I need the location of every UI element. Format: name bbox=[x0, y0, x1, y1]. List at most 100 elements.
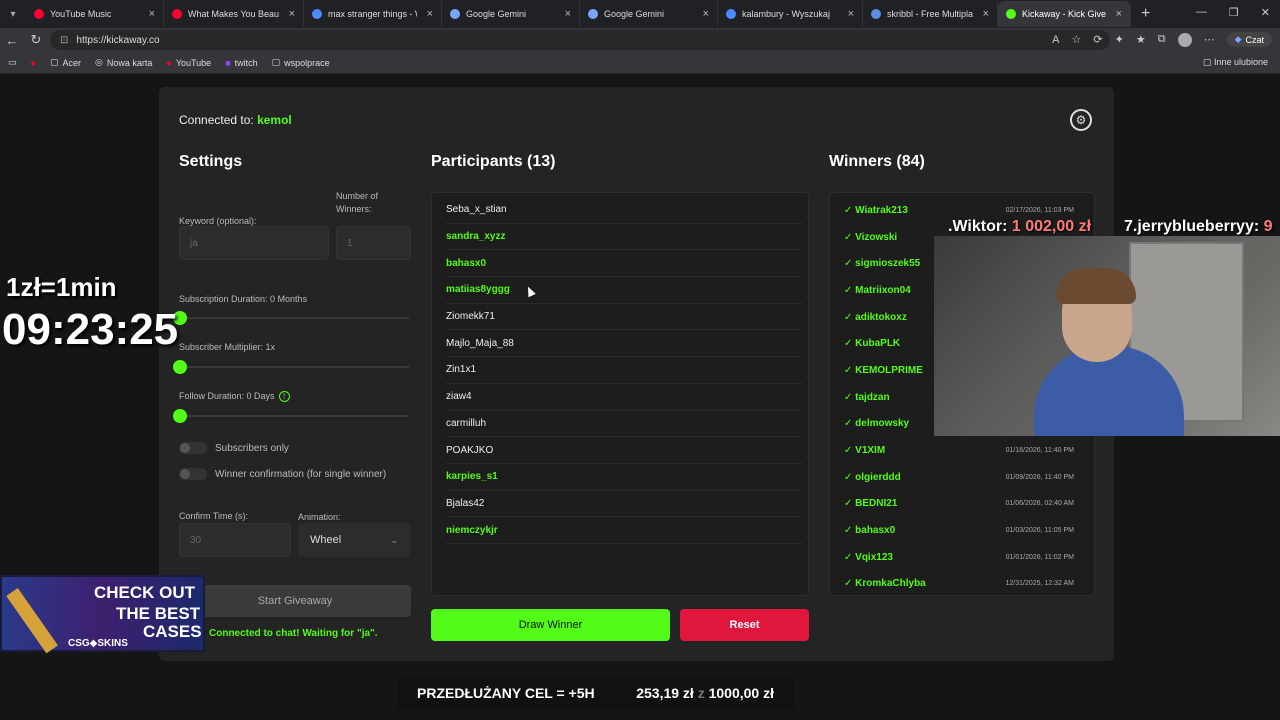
ad-text-b: CASES bbox=[143, 622, 202, 641]
copilot-chat-button[interactable]: ◆ Czat bbox=[1226, 32, 1272, 47]
bookmark-youtube[interactable]: ● YouTube bbox=[166, 58, 211, 68]
tab-title: Google Gemini bbox=[466, 9, 527, 19]
goal-progress: 253,19 zł z 1000,00 zł bbox=[636, 685, 774, 701]
slider-knob[interactable] bbox=[173, 360, 187, 374]
tab-favicon bbox=[172, 9, 182, 19]
winner-name: ✓ V1XIM bbox=[844, 445, 886, 457]
toolbar-right: A ☆ ⟳ ✦ ★ ⧉ ⋯ ◆ Czat bbox=[1052, 32, 1272, 47]
subscribers-only-toggle[interactable] bbox=[179, 442, 207, 454]
participants-title: Participants (13) bbox=[431, 153, 556, 170]
sub-duration-slider[interactable] bbox=[173, 311, 409, 325]
extensions-icon[interactable]: ✦ bbox=[1115, 33, 1124, 46]
close-tab-icon[interactable]: × bbox=[289, 8, 295, 20]
ad-line-3: CASES bbox=[143, 622, 202, 642]
tab-favicon bbox=[726, 9, 736, 19]
info-icon[interactable]: ! bbox=[278, 391, 290, 402]
winner-confirmation-row: Winner confirmation (for single winner) bbox=[179, 468, 386, 480]
close-tab-icon[interactable]: × bbox=[848, 8, 854, 20]
confirm-time-input[interactable]: 30 bbox=[179, 523, 291, 557]
profile-avatar[interactable] bbox=[1177, 32, 1192, 47]
winner-confirmation-toggle[interactable] bbox=[179, 468, 207, 480]
tab-title: What Makes You Beauti bbox=[188, 9, 279, 19]
bookmark-twitch[interactable]: ■ twitch bbox=[225, 58, 257, 68]
sponsor-logo: CSG◆SKINS bbox=[68, 638, 128, 649]
animation-select[interactable]: Wheel ⌄ bbox=[298, 523, 410, 557]
participants-list: Seba_x_stian sandra_xyzz bahasx0 matiias8yg… bbox=[431, 192, 809, 596]
browser-tab[interactable]: YouTube Music × bbox=[26, 1, 164, 27]
close-tab-icon[interactable]: × bbox=[1116, 8, 1122, 20]
favorite-star-icon[interactable]: ☆ bbox=[1072, 33, 1082, 46]
close-tab-icon[interactable]: × bbox=[427, 8, 433, 20]
tab-title: kalambury - Wyszukaj bbox=[742, 9, 830, 19]
knife-graphic bbox=[6, 587, 58, 654]
participant-row: Bjalas42 bbox=[446, 491, 802, 518]
browser-tab[interactable]: Kickaway - Kick Giveaway To × bbox=[998, 1, 1131, 27]
browser-tab[interactable]: What Makes You Beauti × bbox=[164, 1, 304, 27]
bookmark-acer[interactable]: ▢ Acer bbox=[50, 57, 81, 68]
favorites-icon[interactable]: ★ bbox=[1136, 33, 1146, 46]
czat-label: Czat bbox=[1245, 34, 1264, 45]
browser-tab[interactable]: Google Gemini × bbox=[580, 1, 718, 27]
close-tab-icon[interactable]: × bbox=[983, 8, 989, 20]
back-icon[interactable]: ← bbox=[0, 33, 24, 48]
start-giveaway-button[interactable]: Start Giveaway bbox=[179, 585, 411, 617]
gear-icon[interactable]: ⚙ bbox=[1070, 109, 1092, 131]
winners-count-input[interactable]: 1 bbox=[336, 226, 411, 260]
refresh-icon[interactable]: ↻ bbox=[24, 32, 48, 48]
more-icon[interactable]: ⋯ bbox=[1204, 33, 1215, 46]
translate-icon[interactable]: A bbox=[1052, 34, 1059, 46]
follow-duration-text: Follow Duration: 0 Days bbox=[179, 391, 275, 401]
participant-row: ziaw4 bbox=[446, 384, 802, 411]
participant-row: sandra_xyzz bbox=[446, 224, 802, 251]
ad-line-1: CHECK OUT bbox=[94, 583, 196, 602]
winner-date: 01/16/2026, 11:40 PM bbox=[1005, 447, 1074, 455]
follow-duration-slider[interactable] bbox=[173, 409, 409, 423]
tab-favicon bbox=[588, 9, 598, 19]
winner-name: ✓ Vizowski bbox=[844, 231, 898, 243]
goal-label: PRZEDŁUŻANY CEL = +5H bbox=[417, 685, 595, 701]
connection-status: Connected to: kemol bbox=[179, 113, 292, 127]
tab-favicon bbox=[1006, 9, 1016, 19]
draw-winner-button[interactable]: Draw Winner bbox=[431, 609, 670, 641]
reset-button[interactable]: Reset bbox=[680, 609, 809, 641]
new-tab-icon[interactable]: + bbox=[1141, 5, 1150, 23]
bookmark-wspolprace[interactable]: ▢ wspolprace bbox=[272, 57, 330, 68]
browser-tab[interactable]: kalambury - Wyszukaj × bbox=[718, 1, 863, 27]
sub-multiplier-slider[interactable] bbox=[173, 360, 409, 374]
confirm-time-label: Confirm Time (s): bbox=[179, 511, 249, 521]
keyword-label: Keyword (optional): bbox=[179, 216, 257, 226]
bookmark-nowa-karta[interactable]: ◎ Nowa karta bbox=[95, 57, 152, 68]
site-info-icon[interactable]: ⊡ bbox=[60, 35, 68, 46]
goal-separator: z bbox=[697, 685, 705, 701]
subscribers-only-row: Subscribers only bbox=[179, 442, 289, 454]
folder-icon: ▢ bbox=[271, 57, 281, 67]
subathon-timer: 09:23:25 bbox=[2, 305, 179, 354]
winner-name: ✓ KromkaChlyba bbox=[844, 578, 926, 590]
participant-row: bahasx0 bbox=[446, 250, 802, 278]
winners-title: Winners (84) bbox=[829, 153, 925, 170]
keyword-input[interactable]: ja bbox=[179, 226, 329, 260]
slider-knob[interactable] bbox=[173, 409, 187, 423]
goal-current: 253,19 zł bbox=[636, 685, 694, 701]
browser-tab[interactable]: Google Gemini × bbox=[442, 1, 580, 27]
browser-tab[interactable]: max stranger things - Wyszu × bbox=[304, 1, 442, 27]
url-field[interactable]: ⊡ https://kickaway.co bbox=[50, 30, 1110, 50]
top-donor-2: 7.jerryblueberryy: 9 bbox=[1124, 218, 1273, 236]
reload-extension-icon[interactable]: ⟳ bbox=[1093, 33, 1102, 46]
close-window-icon[interactable]: ✕ bbox=[1261, 6, 1270, 19]
minimize-icon[interactable]: — bbox=[1196, 6, 1207, 19]
tab-title: YouTube Music bbox=[50, 9, 112, 19]
winner-name: ✓ Vqix123 bbox=[844, 551, 893, 563]
tab-actions-icon[interactable]: ▾ bbox=[0, 0, 26, 28]
youtube-bookmark-icon[interactable]: ● bbox=[31, 58, 36, 68]
close-tab-icon[interactable]: × bbox=[703, 8, 709, 20]
donation-goal-bar: PRZEDŁUŻANY CEL = +5H 253,19 zł z 1000,0… bbox=[397, 677, 794, 709]
other-favorites[interactable]: ▢ Inne ulubione bbox=[1203, 57, 1268, 68]
close-tab-icon[interactable]: × bbox=[149, 8, 155, 20]
participant-row: Ziomekk71 bbox=[446, 304, 802, 331]
sidebar-toggle-icon[interactable]: ▭ bbox=[8, 57, 17, 68]
maximize-icon[interactable]: ❐ bbox=[1229, 6, 1239, 19]
browser-tab[interactable]: skribbl - Free Multiplayer Dr × bbox=[863, 1, 998, 27]
collections-icon[interactable]: ⧉ bbox=[1158, 33, 1166, 46]
close-tab-icon[interactable]: × bbox=[565, 8, 571, 20]
